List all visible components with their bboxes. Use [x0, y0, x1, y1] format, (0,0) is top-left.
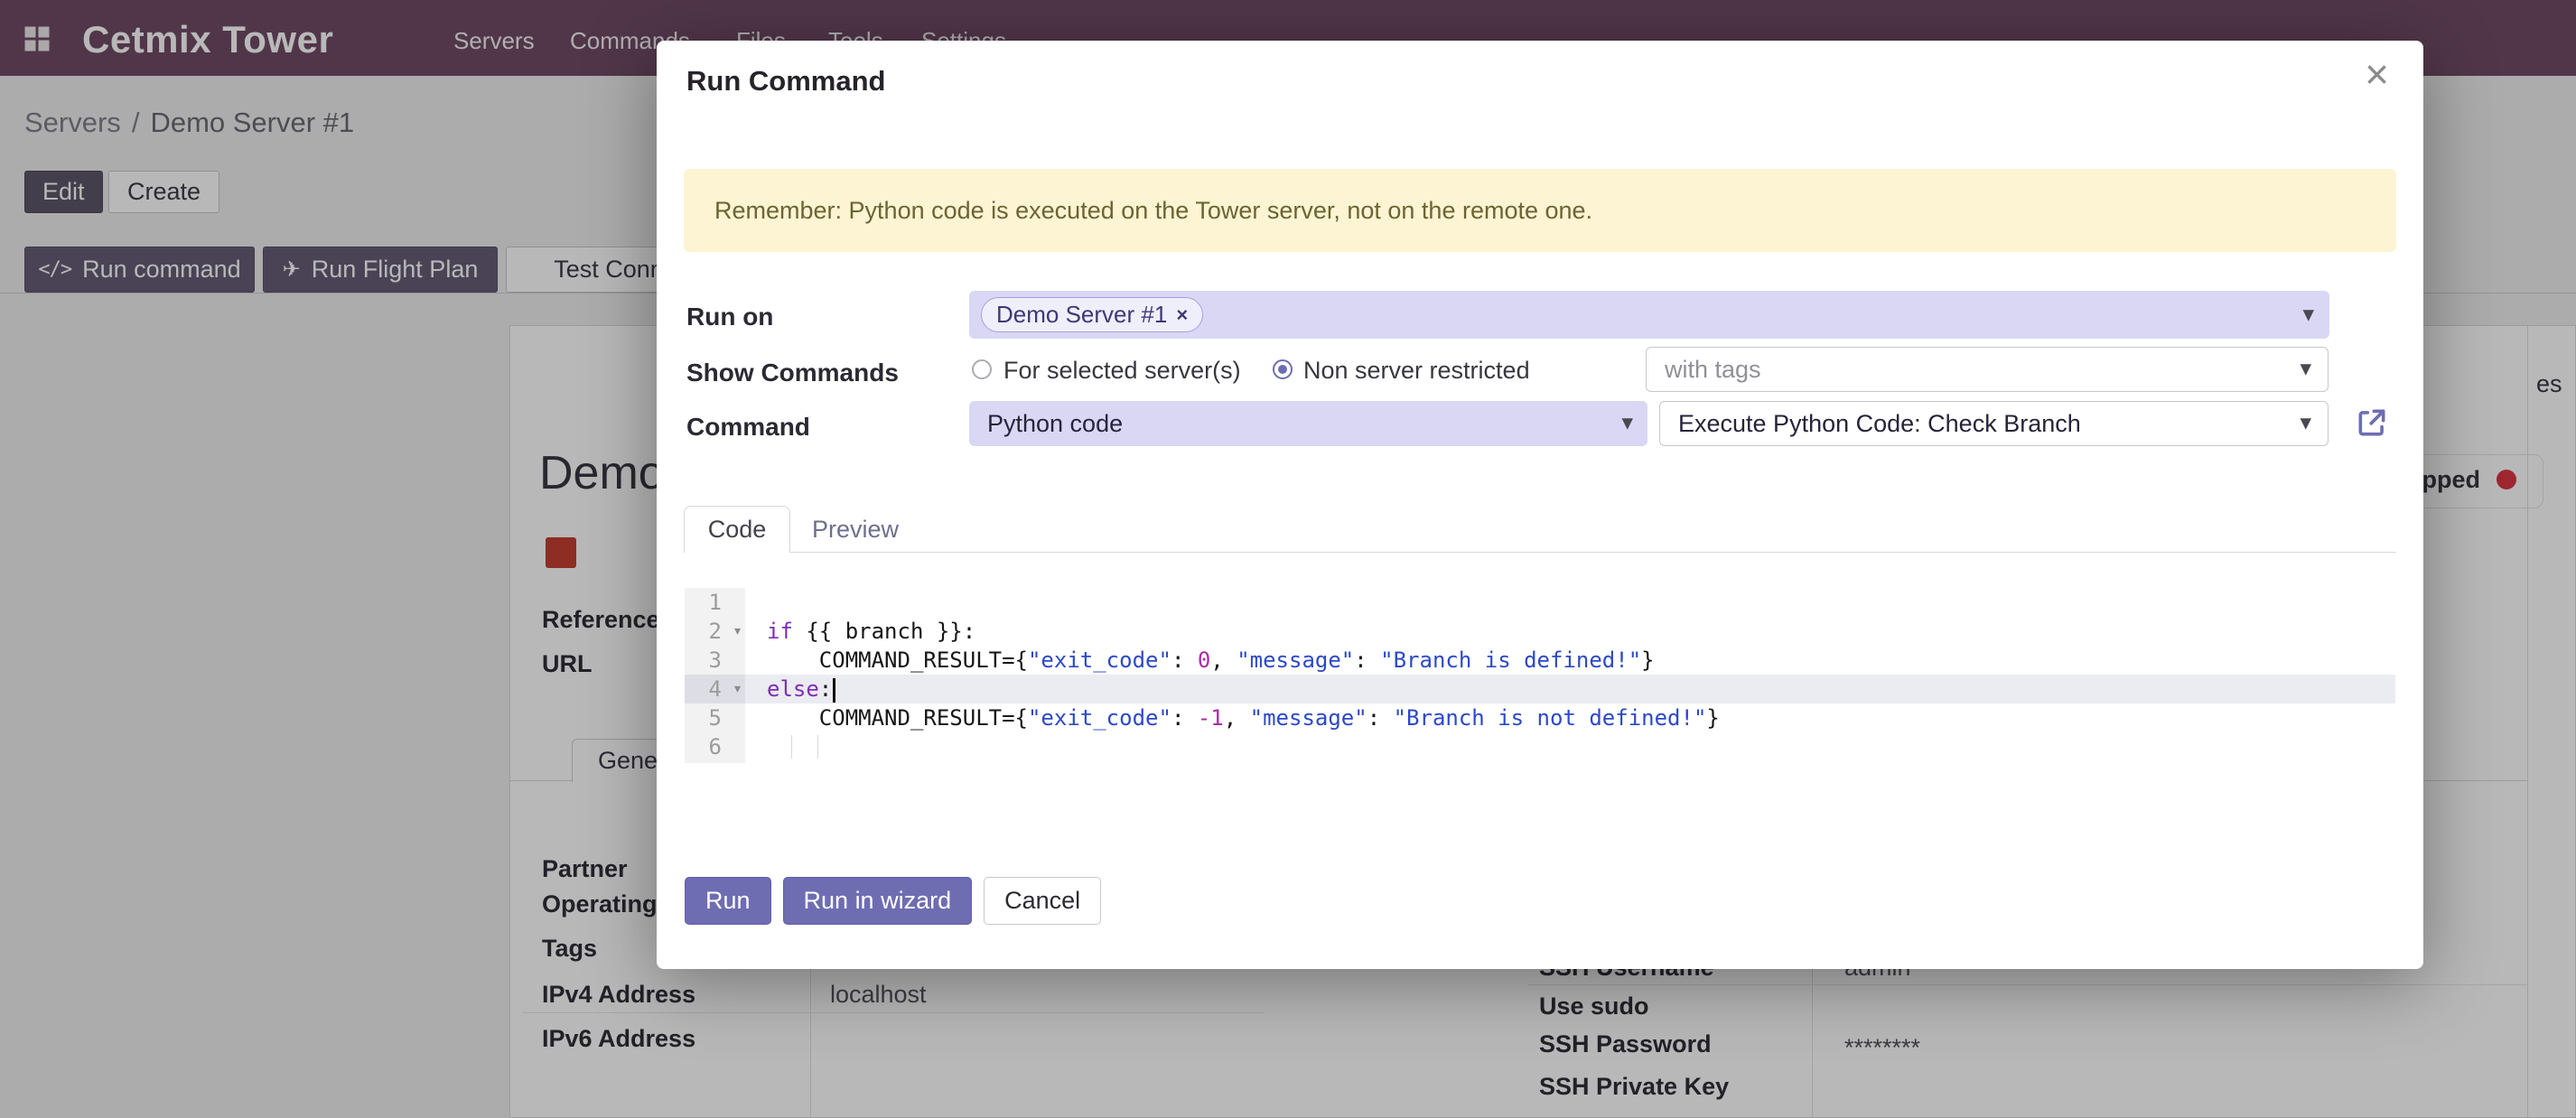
- code-token: ,: [1224, 705, 1250, 731]
- chevron-down-icon: ▾: [2300, 355, 2311, 382]
- code-editor[interactable]: 12▾34▾56 if {{ branch }}: COMMAND_RESULT…: [685, 588, 2395, 763]
- code-token: ,: [1210, 648, 1237, 673]
- code-token: "message": [1237, 648, 1354, 673]
- tags-filter-select[interactable]: with tags ▾: [1646, 347, 2329, 392]
- command-label: Command: [686, 413, 810, 442]
- code-token: "Branch is not defined!": [1394, 705, 1707, 731]
- code-line: [745, 588, 2395, 617]
- alert-text: Remember: Python code is executed on the…: [714, 197, 1592, 225]
- code-token: :: [1171, 705, 1198, 731]
- code-token: :: [1171, 648, 1198, 673]
- code-line: else:: [745, 675, 2395, 703]
- server-tag: Demo Server #1 ×: [981, 297, 1203, 332]
- code-token: "message": [1250, 705, 1367, 731]
- command-type-select[interactable]: Python code ▾: [969, 401, 1647, 446]
- tags-filter-placeholder: with tags: [1647, 356, 1761, 384]
- python-warning-alert: Remember: Python code is executed on the…: [684, 169, 2396, 252]
- run-command-modal: Run Command × Remember: Python code is e…: [657, 41, 2423, 969]
- indent-guide: [791, 735, 792, 759]
- radio-non-server-restricted[interactable]: [1273, 359, 1293, 379]
- editor-gutter: 12▾34▾56: [685, 588, 745, 763]
- tab-code[interactable]: Code: [684, 506, 790, 553]
- editor-code: if {{ branch }}: COMMAND_RESULT={"exit_c…: [745, 588, 2395, 763]
- chevron-down-icon: ▾: [2300, 409, 2311, 436]
- code-token: "Branch is defined!": [1380, 648, 1641, 673]
- modal-footer: Run Run in wizard Cancel: [685, 877, 1101, 925]
- code-line: COMMAND_RESULT={"exit_code": 0, "message…: [745, 646, 2395, 675]
- gutter-cell[interactable]: 2▾: [685, 617, 745, 646]
- radio-for-selected-servers[interactable]: [972, 359, 992, 379]
- code-token: "exit_code": [1028, 705, 1171, 731]
- fold-icon[interactable]: ▾: [733, 617, 742, 646]
- tab-preview[interactable]: Preview: [801, 506, 910, 553]
- gutter-cell[interactable]: 4▾: [685, 675, 745, 703]
- gutter-cell: 6: [685, 732, 745, 761]
- code-line: [745, 732, 2395, 761]
- gutter-cell: 5: [685, 703, 745, 732]
- run-on-label: Run on: [686, 303, 773, 331]
- run-on-field[interactable]: Demo Server #1 × ▾: [969, 291, 2329, 339]
- radio-for-selected-servers-label[interactable]: For selected server(s): [1003, 357, 1241, 385]
- text-cursor: [833, 678, 835, 703]
- chevron-down-icon: ▾: [1621, 409, 1633, 436]
- chevron-down-icon: ▾: [2302, 300, 2314, 327]
- command-name-value: Execute Python Code: Check Branch: [1660, 410, 2081, 438]
- server-tag-label: Demo Server #1: [996, 301, 1167, 329]
- radio-non-server-restricted-label[interactable]: Non server restricted: [1303, 357, 1530, 385]
- code-token: :: [1367, 705, 1394, 731]
- gutter-cell: 3: [685, 646, 745, 675]
- tag-remove-icon[interactable]: ×: [1176, 303, 1188, 327]
- gutter-cell: 1: [685, 588, 745, 617]
- code-token: COMMAND_RESULT={: [767, 705, 1028, 731]
- code-token: }: [1641, 648, 1654, 673]
- modal-title: Run Command: [686, 65, 885, 98]
- code-token: else: [767, 676, 819, 702]
- code-token: :: [1354, 648, 1380, 673]
- command-type-value: Python code: [969, 410, 1123, 438]
- close-icon[interactable]: ×: [2365, 53, 2389, 95]
- code-token: }: [1706, 705, 1719, 731]
- code-token: {{ branch }}:: [793, 619, 975, 644]
- code-token: "exit_code": [1028, 648, 1171, 673]
- run-button[interactable]: Run: [685, 877, 771, 925]
- cancel-button[interactable]: Cancel: [984, 877, 1101, 925]
- code-line: COMMAND_RESULT={"exit_code": -1, "messag…: [745, 703, 2395, 732]
- fold-icon[interactable]: ▾: [733, 675, 742, 703]
- show-commands-label: Show Commands: [686, 359, 899, 387]
- indent-guide: [817, 735, 818, 759]
- code-token: -1: [1198, 705, 1224, 731]
- command-select[interactable]: Execute Python Code: Check Branch ▾: [1659, 401, 2329, 446]
- external-link-icon[interactable]: [2355, 405, 2389, 440]
- code-line: if {{ branch }}:: [745, 617, 2395, 646]
- tabs-divider: [684, 552, 2396, 553]
- code-token: 0: [1198, 648, 1210, 673]
- code-token: :: [819, 676, 832, 702]
- run-in-wizard-button[interactable]: Run in wizard: [783, 877, 973, 925]
- code-token: if: [767, 619, 793, 644]
- code-token: COMMAND_RESULT={: [767, 648, 1028, 673]
